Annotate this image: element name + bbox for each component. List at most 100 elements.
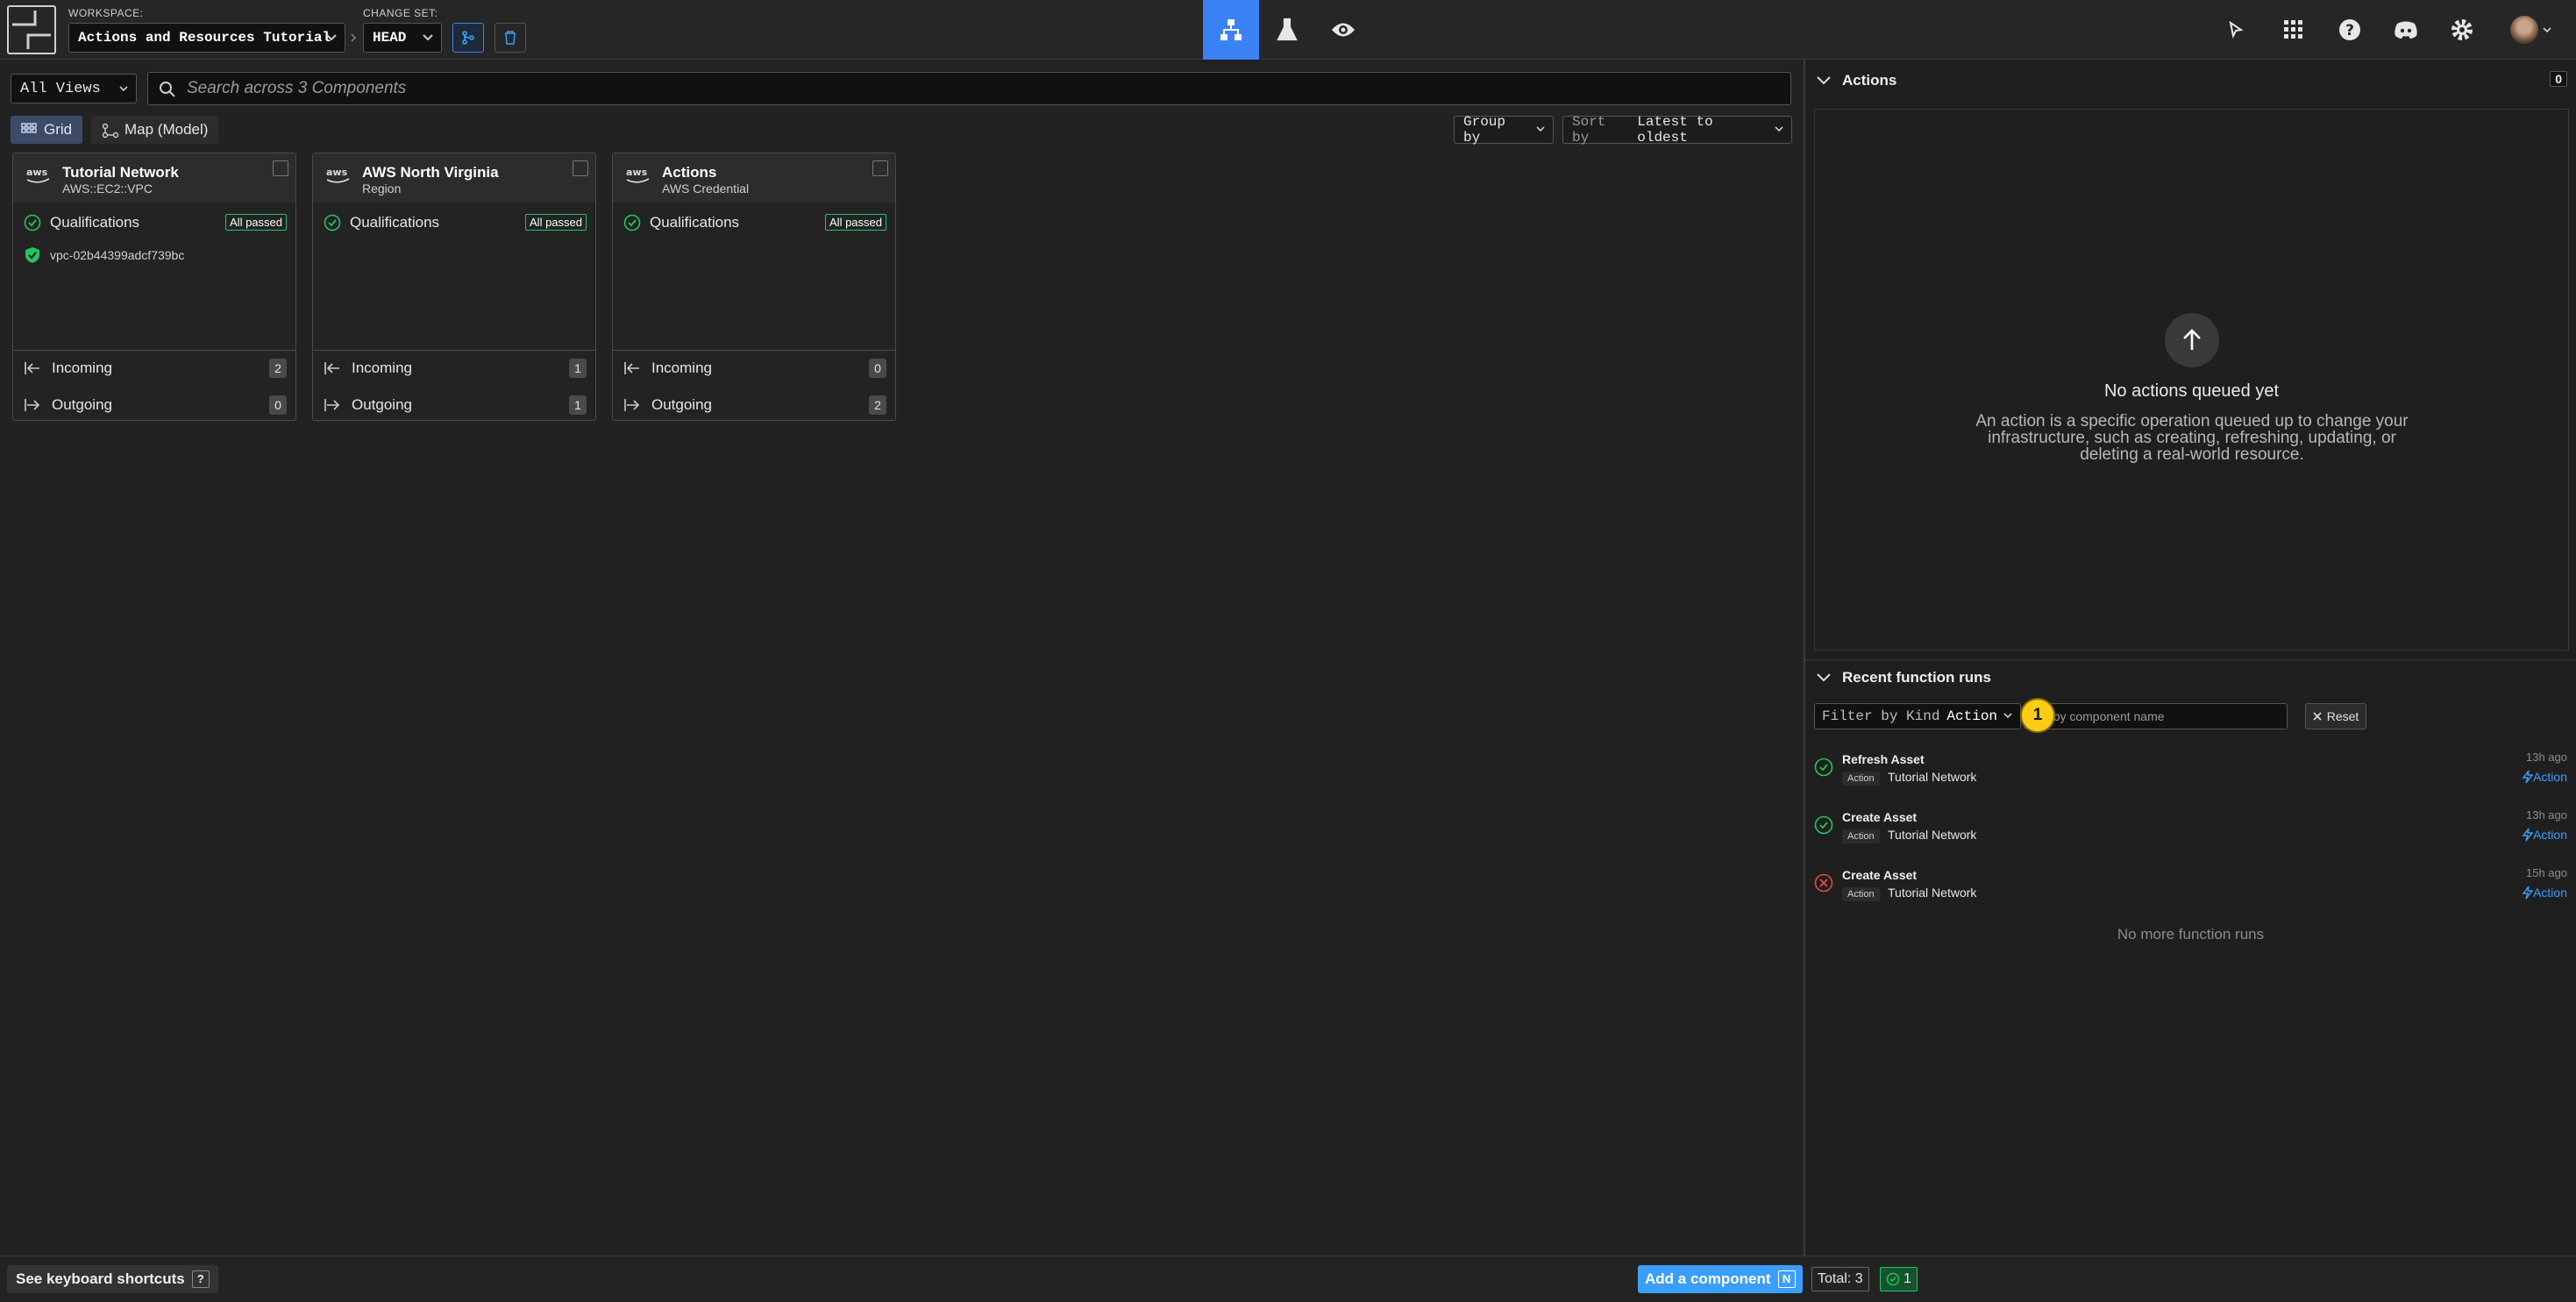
apps-button[interactable] — [2276, 12, 2311, 47]
chevron-down-icon — [1817, 76, 1831, 85]
outgoing-row[interactable]: Outgoing 1 — [324, 393, 587, 417]
map-icon — [102, 123, 119, 139]
incoming-label: Incoming — [651, 359, 712, 376]
group-by-select[interactable]: Group by — [1454, 114, 1554, 146]
changeset-value: HEAD — [373, 30, 407, 46]
nav-customize-button[interactable] — [1259, 0, 1315, 60]
qualifications-row[interactable]: Qualifications All passed — [24, 211, 287, 234]
aws-icon: aws — [326, 167, 350, 183]
workspace-select[interactable]: Actions and Resources Tutorial — [68, 23, 345, 53]
qualifications-row[interactable]: Qualifications All passed — [324, 211, 587, 234]
gear-icon — [2451, 19, 2473, 40]
actions-header[interactable]: Actions 0 — [1805, 63, 2576, 98]
card-title: Actions — [662, 164, 717, 181]
shortcut-key: N — [1777, 1270, 1796, 1288]
user-menu[interactable] — [2506, 12, 2557, 47]
workspace-value: Actions and Resources Tutorial — [78, 30, 331, 46]
nav-model-button[interactable] — [1203, 0, 1259, 60]
grid-icon — [2284, 20, 2302, 39]
runs-title: Recent function runs — [1842, 668, 1992, 686]
qualifications-label: Qualifications — [50, 214, 140, 231]
card-select-checkbox[interactable] — [872, 160, 888, 176]
component-name-filter-input[interactable]: d by component name — [2025, 703, 2288, 729]
card-header: aws Tutorial Network AWS::EC2::VPC — [13, 153, 295, 203]
tab-grid[interactable]: Grid — [11, 116, 83, 144]
check-circle-icon — [24, 214, 41, 231]
search-input[interactable]: Search across 3 Components — [147, 72, 1791, 105]
apply-changeset-button[interactable] — [452, 23, 484, 53]
chevron-down-icon — [1817, 672, 1831, 681]
changeset-label: CHANGE SET: — [363, 7, 438, 19]
check-circle-icon — [324, 214, 341, 231]
success-circle-icon — [1814, 815, 1833, 835]
incoming-row[interactable]: Incoming 0 — [623, 356, 886, 381]
function-run-item[interactable]: Create Asset Action Tutorial Network 13h… — [1805, 805, 2576, 857]
chevron-right-icon — [351, 33, 357, 42]
shield-check-icon — [25, 247, 39, 263]
incoming-count: 2 — [269, 359, 287, 378]
card-select-checkbox[interactable] — [273, 160, 288, 176]
cursor-button[interactable] — [2218, 12, 2253, 47]
outgoing-row[interactable]: Outgoing 2 — [623, 393, 886, 417]
components-panel: All Views Search across 3 Components Gri… — [0, 60, 1803, 1256]
filter-kind-select[interactable]: Filter by Kind Action — [1814, 703, 2021, 729]
incoming-row[interactable]: Incoming 2 — [24, 356, 287, 381]
component-card[interactable]: aws AWS North Virginia Region Qualificat… — [312, 153, 596, 421]
chevron-down-icon — [2543, 27, 2551, 33]
status-badge: All passed — [225, 214, 287, 231]
resource-row: vpc-02b44399adcf739bc — [24, 246, 184, 264]
card-subtitle: AWS Credential — [662, 181, 750, 196]
outgoing-row[interactable]: Outgoing 0 — [24, 393, 287, 417]
chevron-down-icon — [2003, 713, 2012, 719]
card-sockets: Incoming 1 Outgoing 1 — [313, 350, 595, 415]
component-card[interactable]: aws Actions AWS Credential Qualification… — [612, 153, 896, 421]
qualifications-row[interactable]: Qualifications All passed — [623, 211, 886, 234]
avatar — [2510, 16, 2538, 44]
chevron-down-icon — [326, 34, 337, 41]
tab-grid-label: Grid — [44, 121, 73, 138]
cursor-icon — [2229, 20, 2244, 39]
aws-icon: aws — [26, 167, 50, 183]
reset-button[interactable]: Reset — [2305, 703, 2366, 729]
incoming-row[interactable]: Incoming 1 — [324, 356, 587, 381]
discord-icon — [2395, 21, 2417, 39]
run-kind-badge: Action — [1842, 772, 1880, 786]
success-count: 1 — [1904, 1271, 1911, 1286]
actions-empty-state: No actions queued yet An action is a spe… — [1814, 109, 2569, 651]
sort-select[interactable]: Sort by Latest to oldest — [1562, 114, 1792, 146]
run-action-link[interactable]: Action — [2523, 770, 2567, 784]
search-icon — [160, 82, 175, 97]
settings-button[interactable] — [2444, 12, 2480, 47]
chevron-down-icon — [423, 34, 433, 41]
card-title: Tutorial Network — [62, 164, 179, 181]
discord-button[interactable] — [2388, 12, 2423, 47]
qualifications-label: Qualifications — [350, 214, 440, 231]
add-component-button[interactable]: Add a component N — [1638, 1265, 1803, 1293]
run-action-label: Action — [2533, 770, 2567, 784]
nav-audit-button[interactable] — [1315, 0, 1371, 60]
eye-icon — [1332, 23, 1355, 37]
changeset-select[interactable]: HEAD — [363, 23, 442, 53]
function-run-item[interactable]: Create Asset Action Tutorial Network 15h… — [1805, 863, 2576, 915]
check-circle-icon — [1886, 1272, 1900, 1286]
bolt-icon — [2523, 886, 2534, 900]
runs-header[interactable]: Recent function runs — [1805, 659, 2576, 694]
card-select-checkbox[interactable] — [573, 160, 588, 176]
success-count-badge[interactable]: 1 — [1880, 1267, 1918, 1291]
bolt-icon — [2523, 828, 2534, 842]
chevron-down-icon — [119, 86, 128, 92]
total-count: Total: 3 — [1811, 1267, 1869, 1291]
tab-map[interactable]: Map (Model) — [91, 116, 219, 144]
group-by-label: Group by — [1463, 114, 1506, 146]
help-button[interactable]: ? — [2332, 12, 2367, 47]
run-action-link[interactable]: Action — [2523, 828, 2567, 842]
function-run-item[interactable]: Refresh Asset Action Tutorial Network 13… — [1805, 747, 2576, 800]
views-select[interactable]: All Views — [11, 74, 137, 103]
run-action-link[interactable]: Action — [2523, 886, 2567, 900]
status-badge: All passed — [825, 214, 886, 231]
app-logo[interactable] — [7, 5, 56, 54]
component-card[interactable]: aws Tutorial Network AWS::EC2::VPC Quali… — [12, 153, 296, 421]
card-title: AWS North Virginia — [362, 164, 499, 181]
keyboard-shortcuts-button[interactable]: See keyboard shortcuts ? — [7, 1265, 218, 1293]
delete-changeset-button[interactable] — [495, 23, 526, 53]
